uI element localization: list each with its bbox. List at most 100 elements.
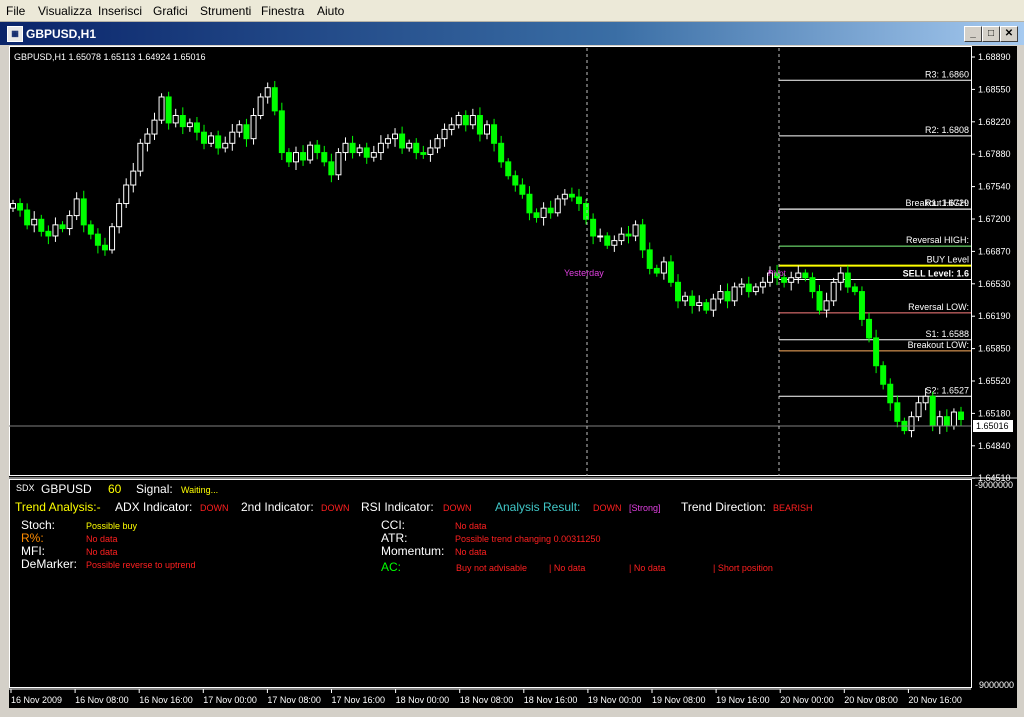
candle-body [540,207,547,218]
candle-body [257,96,264,117]
menu-aiuto[interactable]: Aiuto [317,4,344,18]
candle-body [208,135,215,144]
price-tick-label: 1.66870 [978,246,1011,256]
candle-body [172,115,179,124]
candlesticks [10,81,964,438]
ind2-label: 2nd Indicator: [241,500,314,514]
candle-body [300,152,307,161]
chart-area[interactable]: R3: 1.6860 R2: 1.6808 Breakout HIGH: R1: 1.… [9,46,1017,708]
candle-body [31,218,38,226]
pivot-level-label: Reversal LOW: [908,302,969,312]
subwindow-bottom-value: 9000000 [979,680,1014,690]
time-tick-label: 17 Nov 16:00 [332,695,386,705]
candle-body [660,261,667,274]
candle-body [123,184,130,205]
pivot-label: Pivot [768,269,787,278]
candle-body [823,300,830,311]
candle-body [689,295,696,306]
candle-body [583,203,590,220]
candle-body [611,240,618,246]
price-tick-label: 1.66190 [978,311,1011,321]
cci-label: CCI: [381,518,405,532]
signal-value: Waiting... [181,485,219,495]
candle-body [363,147,370,158]
result-value: DOWN [593,503,622,513]
price-tick-label: 1.65520 [978,376,1011,386]
menu-inserisci[interactable]: Inserisci [98,4,142,18]
candle-body [908,416,915,432]
candle-body [618,233,625,242]
candle-body [498,142,505,163]
candle-body [491,124,498,144]
candle-body [201,131,208,144]
candle-body [788,277,795,283]
candle-body [950,411,957,427]
current-price-label: 1.65016 [976,421,1009,431]
main-plot-border [9,46,972,476]
candle-body [342,142,349,154]
candle-body [441,128,448,140]
menu-finestra[interactable]: Finestra [261,4,304,18]
candle-body [384,138,391,144]
candle-body [710,298,717,311]
atr-label: ATR: [381,531,408,545]
candle-body [717,291,724,300]
menu-grafici[interactable]: Grafici [153,4,188,18]
candle-body [377,142,384,154]
menu-strumenti[interactable]: Strumenti [200,4,251,18]
ac-value-3: | No data [629,563,666,573]
candle-body [130,170,137,186]
candle-body [413,142,420,154]
candle-body [604,235,611,246]
candle-body [575,196,582,205]
candle-body [38,218,45,232]
candle-body [554,198,561,214]
candle-body [469,115,476,126]
candle-body [80,198,87,226]
candle-body [349,142,356,154]
candle-body [307,144,314,161]
candle-body [505,161,512,177]
ac-value-2: | No data [549,563,586,573]
candle-body [109,226,116,251]
candle-body [590,218,597,237]
indicator-period: 60 [108,482,122,496]
candle-body [250,115,257,140]
candle-body [193,122,200,133]
ind2-value: DOWN [321,503,350,513]
candle-body [752,286,759,293]
candle-body [703,302,710,311]
close-button[interactable]: ✕ [1000,26,1018,42]
candle-body [667,261,674,283]
atr-value: Possible trend changing 0.00311250 [455,534,601,544]
candle-body [519,184,526,195]
maximize-button[interactable]: □ [982,26,1000,42]
candle-body [10,203,16,209]
candle-body [370,152,377,158]
candle-body [816,291,823,311]
candle-body [151,119,158,135]
candle-body [653,267,660,274]
time-tick-label: 16 Nov 2009 [11,695,62,705]
candle-body [94,233,101,246]
price-chart[interactable]: R3: 1.6860R2: 1.6808Breakout HIGH:R1: 1.… [9,46,1017,708]
candle-body [880,365,887,385]
candle-body [929,395,936,427]
candle-body [186,122,193,128]
candle-body [675,281,682,302]
candle-body [87,224,94,235]
candle-body [922,395,929,404]
chart-window-titlebar[interactable]: ▦ GBPUSD,H1 _ □ ✕ [0,22,1024,45]
candle-body [943,416,950,427]
candle-body [830,281,837,302]
candle-body [781,277,788,283]
minimize-button[interactable]: _ [964,26,982,42]
candle-body [314,144,321,154]
menu-visualizza[interactable]: Visualizza [38,4,92,18]
pivot-level-label: S1: 1.6588 [925,329,969,339]
menu-file[interactable]: File [6,4,25,18]
candle-body [101,244,108,251]
candle-body [59,224,66,230]
candle-body [639,224,646,251]
candle-body [462,115,469,126]
